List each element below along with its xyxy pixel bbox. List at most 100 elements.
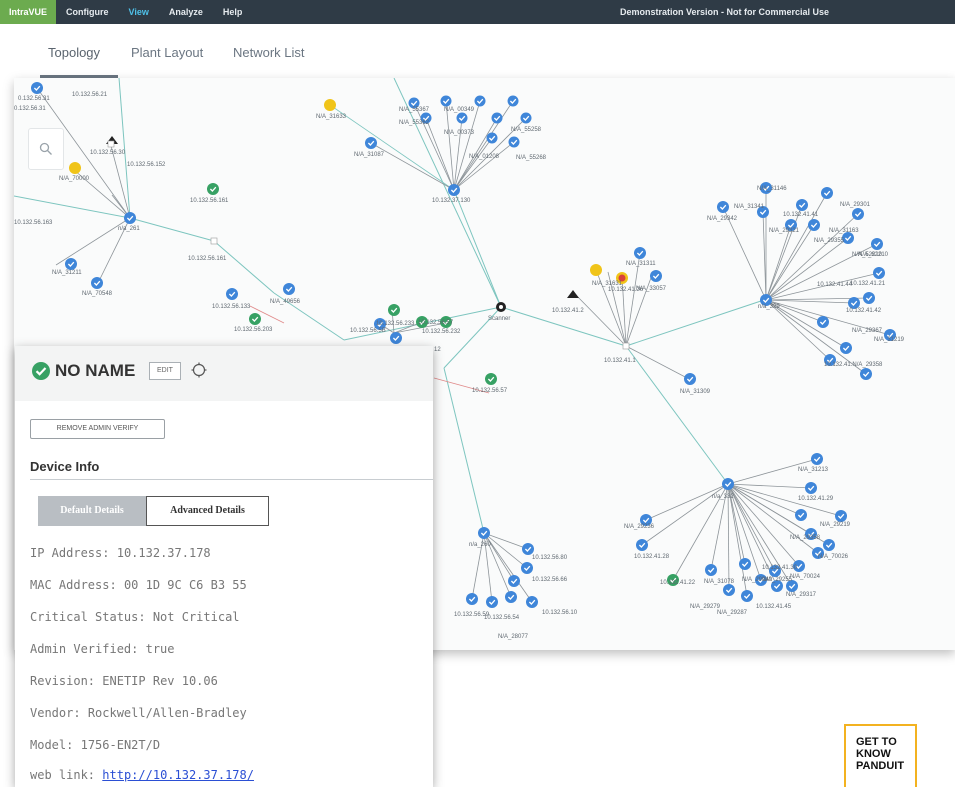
promo-line: PANDUIT	[856, 760, 905, 772]
device-node[interactable]	[226, 288, 238, 300]
verified-device-node[interactable]	[388, 304, 400, 316]
node-label: N/A_29342	[707, 216, 738, 222]
device-node[interactable]	[821, 187, 833, 199]
device-node[interactable]	[795, 509, 807, 521]
device-node[interactable]	[739, 558, 751, 570]
switch-node[interactable]	[107, 140, 115, 148]
panduit-promo-badge[interactable]: GET TO KNOW PANDUIT	[844, 724, 917, 787]
menu-analyze[interactable]: Analyze	[159, 7, 213, 17]
device-node[interactable]	[91, 277, 103, 289]
device-node[interactable]	[808, 219, 820, 231]
node-label: 10.132.56.57	[472, 388, 508, 394]
device-node[interactable]	[722, 478, 734, 490]
device-node[interactable]	[466, 593, 478, 605]
map-search-button[interactable]	[28, 128, 64, 170]
node-label: N/A_01208	[469, 154, 500, 160]
device-node[interactable]	[491, 112, 503, 124]
device-node[interactable]	[526, 596, 538, 608]
device-node[interactable]	[478, 527, 490, 539]
menu-help[interactable]: Help	[213, 7, 253, 17]
device-node[interactable]	[456, 112, 468, 124]
promo-line: GET TO	[856, 736, 897, 748]
device-node[interactable]	[873, 267, 885, 279]
tab-topology[interactable]: Topology	[48, 45, 100, 60]
device-node[interactable]	[508, 136, 520, 148]
device-node[interactable]	[508, 575, 520, 587]
device-node[interactable]	[805, 482, 817, 494]
device-node[interactable]	[124, 212, 136, 224]
menu-configure[interactable]: Configure	[56, 7, 119, 17]
node-label: 10.132.41.N/A_29358	[824, 362, 883, 368]
unknown-device-node[interactable]	[590, 264, 602, 276]
device-node[interactable]	[522, 543, 534, 555]
node-label: n/a_261	[118, 226, 140, 232]
menu-view[interactable]: View	[119, 7, 159, 17]
node-label: N/A_29317	[786, 592, 817, 598]
device-node[interactable]	[840, 342, 852, 354]
device-node[interactable]	[365, 137, 377, 149]
device-node[interactable]	[486, 132, 498, 144]
unknown-device-node[interactable]	[324, 99, 336, 111]
device-node[interactable]	[505, 591, 517, 603]
remove-admin-verify-button[interactable]: REMOVE ADMIN VERIFY	[30, 419, 165, 439]
device-node[interactable]	[723, 584, 735, 596]
device-node[interactable]	[636, 539, 648, 551]
device-node[interactable]	[486, 596, 498, 608]
device-node[interactable]	[474, 95, 486, 107]
device-node[interactable]	[31, 82, 43, 94]
network-link	[645, 483, 729, 521]
node-label: N/A_29236	[624, 524, 655, 530]
node-label: N/A_29219	[820, 522, 851, 528]
device-node[interactable]	[521, 562, 533, 574]
tab-network-list[interactable]: Network List	[233, 45, 305, 60]
verified-device-node[interactable]	[249, 313, 261, 325]
unknown-device-node[interactable]	[69, 162, 81, 174]
device-node[interactable]	[440, 95, 452, 107]
device-node[interactable]	[634, 247, 646, 259]
device-node[interactable]	[811, 453, 823, 465]
node-label: 10.132.41.21	[850, 281, 886, 287]
node-label: N/A_29255	[762, 577, 793, 583]
device-node[interactable]	[817, 316, 829, 328]
web-link[interactable]: http://10.132.37.178/	[102, 768, 254, 782]
switch-node[interactable]	[210, 237, 218, 245]
verified-device-node[interactable]	[485, 373, 497, 385]
device-node[interactable]	[860, 368, 872, 380]
device-node[interactable]	[796, 199, 808, 211]
node-label: 10.132.56.66	[532, 577, 568, 583]
device-node[interactable]	[717, 201, 729, 213]
edit-button[interactable]: EDIT	[149, 362, 181, 380]
device-node[interactable]	[390, 332, 402, 344]
switch-node[interactable]	[622, 342, 630, 350]
device-node[interactable]	[684, 373, 696, 385]
device-node[interactable]	[823, 539, 835, 551]
device-node[interactable]	[835, 510, 847, 522]
node-label: 10.132.41.1	[604, 358, 636, 364]
tab-plant-layout[interactable]: Plant Layout	[131, 45, 203, 60]
tab-default-details[interactable]: Default Details	[38, 496, 146, 526]
verified-device-node[interactable]	[207, 183, 219, 195]
device-node[interactable]	[448, 184, 460, 196]
device-node[interactable]	[283, 283, 295, 295]
panel-header: NO NAME EDIT	[15, 346, 433, 401]
network-link	[453, 189, 502, 308]
node-label: N/A_31309	[680, 389, 711, 395]
device-node[interactable]	[741, 590, 753, 602]
switch-node[interactable]	[496, 302, 506, 312]
network-link	[762, 211, 767, 301]
device-node[interactable]	[65, 258, 77, 270]
device-node[interactable]	[520, 112, 532, 124]
device-node[interactable]	[705, 564, 717, 576]
device-node[interactable]	[871, 238, 883, 250]
node-label: 10.132.41.28	[634, 554, 670, 560]
device-node[interactable]	[863, 292, 875, 304]
device-node[interactable]	[852, 208, 864, 220]
device-node[interactable]	[650, 270, 662, 282]
node-label: N/A_31341	[734, 204, 765, 210]
scanner-label: Scanner	[488, 316, 510, 322]
app-logo[interactable]: IntraVUE	[0, 0, 57, 24]
locate-target-icon[interactable]	[191, 362, 207, 378]
network-link	[445, 100, 455, 191]
device-node[interactable]	[507, 95, 519, 107]
tab-advanced-details[interactable]: Advanced Details	[146, 496, 269, 526]
